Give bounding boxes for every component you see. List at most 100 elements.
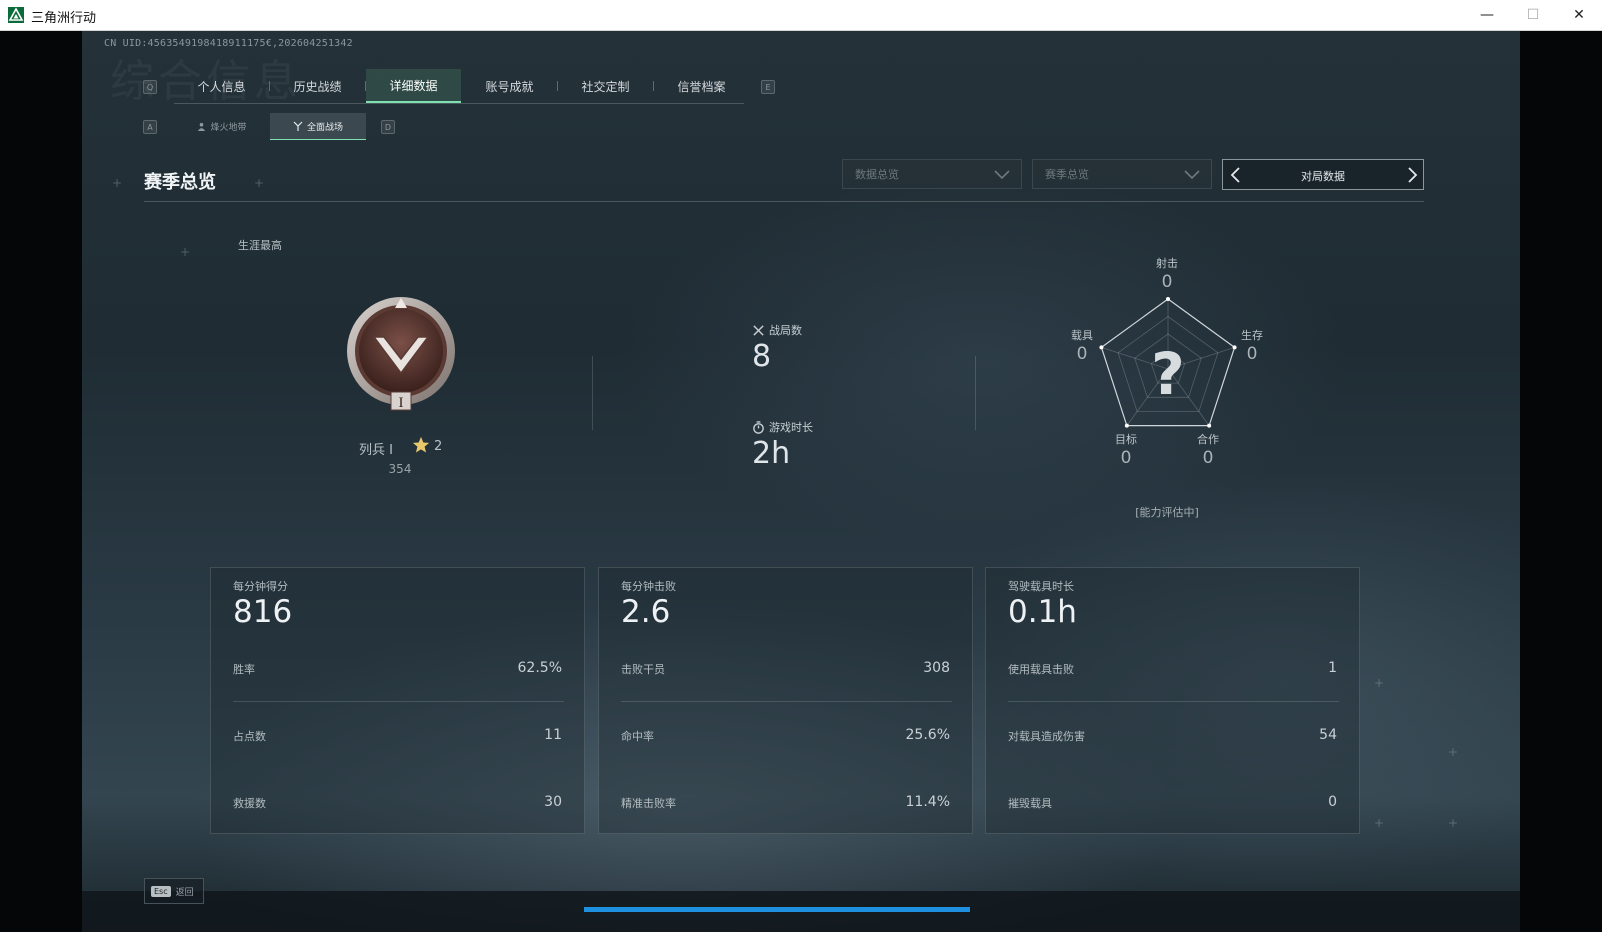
- decor-plus-icon: +: [1448, 745, 1459, 759]
- radar-vertex: [1166, 297, 1170, 301]
- rank-name: 列兵 I: [359, 443, 393, 458]
- card-big-value: 816: [233, 594, 293, 630]
- data-overview-dropdown[interactable]: 数据总览: [842, 159, 1022, 189]
- main-tabbar: 个人信息 历史战绩 详细数据 账号成就 社交定制 信誉档案: [174, 69, 744, 104]
- tab-detailed-data[interactable]: 详细数据: [366, 69, 461, 103]
- radar-label-vehicle: 载具: [1071, 329, 1093, 342]
- window-title: 三角洲行动: [31, 11, 97, 26]
- card-row-value: 30: [544, 794, 562, 810]
- subtab-warfare[interactable]: 全面战场: [270, 113, 366, 140]
- card-row-value: 54: [1319, 727, 1337, 743]
- playtime-value: 2h: [752, 436, 791, 471]
- card-row-label: 胜率: [233, 663, 255, 676]
- tab-achievements[interactable]: 账号成就: [462, 69, 557, 103]
- radar-value-vehicle: 0: [1076, 344, 1088, 364]
- matches-value: 8: [752, 339, 772, 374]
- tab-match-history[interactable]: 历史战绩: [270, 69, 365, 103]
- card-row-value: 11: [544, 727, 562, 743]
- radar-label-survival: 生存: [1241, 329, 1263, 342]
- radar-value-survival: 0: [1246, 344, 1258, 364]
- radar-value-teamwork: 0: [1202, 448, 1214, 468]
- chevron-down-icon: [994, 170, 1010, 180]
- card-row-label: 摧毁载具: [1008, 797, 1052, 810]
- maximize-button[interactable]: ☐: [1510, 0, 1556, 30]
- dropdown-value: 赛季总览: [1045, 168, 1089, 181]
- section-title: 赛季总览: [144, 172, 216, 193]
- radar-label-teamwork: 合作: [1197, 433, 1219, 446]
- card-row-label: 对载具造成伤害: [1008, 730, 1085, 743]
- subtab-key-d[interactable]: D: [381, 120, 395, 134]
- matches-stat: 战局数: [752, 322, 802, 338]
- radar-label-shooting: 射击: [1156, 257, 1178, 270]
- decor-plus-icon: +: [1374, 816, 1385, 830]
- card-row-label: 击败干员: [621, 663, 665, 676]
- pager-label: 对局数据: [1301, 170, 1345, 183]
- app-logo-icon: [8, 7, 24, 23]
- rank-points: 354: [388, 462, 412, 476]
- score-card: 每分钟得分 816 胜率 62.5% 占点数 11 救援数 30: [210, 567, 585, 834]
- loading-progress-bar: [584, 907, 970, 912]
- dropdown-value: 数据总览: [855, 168, 899, 181]
- decor-plus-icon: +: [180, 245, 191, 259]
- tab-key-e[interactable]: E: [761, 80, 775, 94]
- decor-plus-icon: +: [254, 176, 265, 190]
- rank-badge-icon: I: [347, 297, 455, 411]
- radar-value-shooting: 0: [1161, 272, 1173, 292]
- radar-value-objective: 0: [1120, 448, 1132, 468]
- card-title: 每分钟击败: [621, 580, 676, 593]
- card-row-value: 0: [1328, 794, 1337, 810]
- card-row-value: 11.4%: [905, 794, 950, 810]
- playtime-stat: 游戏时长: [752, 419, 813, 435]
- card-row-label: 占点数: [233, 730, 266, 743]
- card-big-value: 2.6: [621, 594, 671, 630]
- radar-vertex: [1207, 423, 1212, 428]
- card-row-value: 1: [1328, 660, 1337, 676]
- subtab-warfare-label: 全面战场: [306, 122, 343, 133]
- vertical-divider: [592, 356, 593, 430]
- minimize-button[interactable]: —: [1464, 0, 1510, 30]
- vertical-divider: [975, 356, 976, 430]
- radar-label-objective: 目标: [1115, 433, 1137, 446]
- letterbox-left: [0, 31, 82, 932]
- card-row-label: 精准击败率: [621, 797, 676, 810]
- tab-social[interactable]: 社交定制: [558, 69, 653, 103]
- section-divider: [144, 201, 1424, 202]
- radar-vertex: [1124, 423, 1129, 428]
- tab-personal-info[interactable]: 个人信息: [174, 69, 269, 103]
- matches-label: 战局数: [769, 324, 802, 337]
- back-button[interactable]: Esc 返回: [144, 878, 204, 904]
- card-row-label: 命中率: [621, 730, 654, 743]
- tab-credit-file[interactable]: 信誉档案: [654, 69, 749, 103]
- person-icon: [198, 122, 206, 131]
- vehicle-card: 驾驶载具时长 0.1h 使用载具击败 1 对载具造成伤害 54 摧毁载具 0: [985, 567, 1360, 834]
- back-label: 返回: [175, 887, 194, 898]
- card-title: 驾驶载具时长: [1008, 580, 1074, 593]
- chevron-down-icon: [1184, 170, 1200, 180]
- card-row-divider: [1008, 701, 1339, 702]
- season-dropdown[interactable]: 赛季总览: [1032, 159, 1212, 189]
- chevron-right-icon[interactable]: [1407, 166, 1419, 184]
- tab-key-q[interactable]: Q: [143, 80, 157, 94]
- star-icon: [412, 436, 430, 453]
- esc-key: Esc: [151, 885, 171, 897]
- decor-plus-icon: +: [1448, 816, 1459, 830]
- card-row-value: 308: [923, 660, 950, 676]
- card-row-divider: [621, 701, 952, 702]
- subtab-key-a[interactable]: A: [143, 120, 157, 134]
- card-big-value: 0.1h: [1008, 594, 1077, 630]
- badge-numeral: I: [399, 395, 404, 411]
- crossed-swords-icon: [753, 324, 764, 336]
- stopwatch-icon: [753, 420, 764, 434]
- mode-subtabs: 烽火地带 全面战场: [174, 113, 366, 140]
- card-title: 每分钟得分: [233, 580, 288, 593]
- card-row-label: 救援数: [233, 797, 266, 810]
- card-row-divider: [233, 701, 564, 702]
- crosshair-icon: [293, 121, 303, 131]
- uid-text: CN UID:4563549198418911175€,202604251342: [104, 38, 353, 49]
- subtab-extraction[interactable]: 烽火地带: [174, 113, 270, 140]
- career-best-label: 生涯最高: [238, 239, 282, 252]
- decor-plus-icon: +: [1374, 676, 1385, 690]
- decor-plus-icon: +: [112, 176, 123, 190]
- card-row-value: 62.5%: [517, 660, 562, 676]
- close-button[interactable]: ✕: [1556, 0, 1602, 30]
